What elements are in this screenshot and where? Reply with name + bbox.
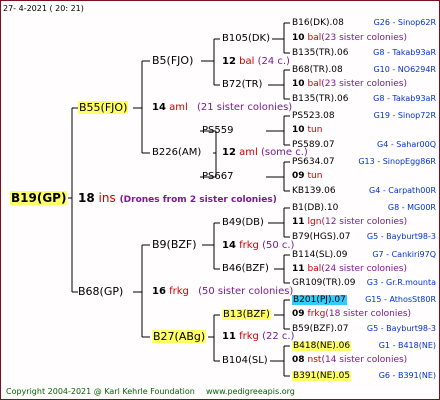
gen5-origin: G4 - Carpath00R	[369, 186, 436, 195]
gen2-name-1: B68(GP)	[78, 285, 124, 298]
gen5-origin: G5 - Bayburt98-3	[366, 324, 436, 333]
gen5-origin: G3 - Gr.R.mounta	[366, 278, 436, 287]
gen5-drone-info: 11 bal(24 sister colonies)	[292, 264, 407, 274]
gen3-name-2: B9(BZF)	[152, 238, 197, 251]
gen3-name-1: B226(AM)	[152, 147, 202, 158]
gen4-name-4: B49(DB)	[222, 217, 264, 228]
gen5-origin: G10 - NO6294R	[373, 65, 436, 74]
gen3-drone-info-3: 11 frkg (22 c.)	[222, 331, 295, 342]
gen5-name: GR109(TR).09	[292, 278, 356, 288]
gen5-name: B418(NE).06	[292, 341, 352, 351]
gen5-name: PS634.07	[292, 157, 335, 167]
gen5-name: B79(HGS).07	[292, 232, 351, 242]
gen4-name-6: B13(BZF)	[222, 309, 271, 320]
gen4-name-1: B72(TR)	[222, 79, 263, 90]
gen5-name: B68(TR).08	[292, 65, 343, 75]
gen5-origin: G8 - Takab93aR	[373, 48, 436, 57]
gen5-origin: G26 - Sinop62R	[373, 18, 436, 27]
footer-site: www.pedigreeapis.org	[206, 387, 295, 396]
gen5-origin: G7 - Cankiri97Q	[372, 250, 436, 259]
gen5-drone-info: 11 lgn(12 sister colonies)	[292, 217, 408, 227]
gen1-drone-info: 18 ins (Drones from 2 sister colonies)	[78, 191, 277, 205]
gen5-drone-info: 10 tun	[292, 125, 323, 135]
gen5-origin: G8 - Takab93aR	[373, 94, 436, 103]
gen5-drone-info: 10 bal(23 sister colonies)	[292, 33, 407, 43]
gen4-name-2: PS559	[202, 125, 234, 136]
gen5-origin: G19 - Sinop72R	[373, 111, 436, 120]
gen3-name-0: B5(FJO)	[152, 54, 194, 67]
gen5-name: B391(NE).05	[292, 371, 352, 381]
gen4-name-5: B46(BZF)	[222, 263, 269, 274]
gen5-name: B135(TR).06	[292, 94, 349, 104]
gen5-drone-info: 08 nst(14 sister colonies)	[292, 355, 408, 365]
gen5-drone-info: 09 frkg(18 sister colonies)	[292, 309, 412, 319]
gen5-origin: G15 - AthosSt80R	[365, 295, 436, 304]
gen5-drone-info: 10 bal(23 sister colonies)	[292, 79, 407, 89]
gen5-name: PS589.07	[292, 140, 335, 150]
gen4-name-3: PS667	[202, 171, 234, 182]
gen5-origin: G1 - B418(NE)	[378, 341, 436, 350]
gen5-origin: G13 - SinopEgg86R	[358, 157, 436, 166]
gen5-name: B201(PJ).07	[292, 295, 347, 305]
footer-copyright: Copyright 2004-2021 @ Karl Kehrle Founda…	[6, 387, 195, 396]
gen2-name-0: B55(FJO)	[78, 101, 129, 114]
gen5-name: B1(DB).10	[292, 203, 339, 213]
gen5-origin: G8 - MG00R	[387, 203, 436, 212]
gen5-name: B59(BZF).07	[292, 324, 349, 334]
gen4-name-7: B104(SL)	[222, 355, 268, 366]
gen5-origin: G6 - B391(NE)	[378, 371, 436, 380]
gen5-name: KB139.06	[292, 186, 336, 196]
gen5-name: PS523.08	[292, 111, 335, 121]
gen5-name: B16(DK).08	[292, 18, 344, 28]
gen2-drone-info-1: 16 frkg (50 sister colonies)	[152, 286, 294, 297]
gen4-name-0: B105(DK)	[222, 33, 271, 44]
gen3-name-3: B27(ABg)	[152, 330, 207, 343]
header-date: 27- 4-2021 ( 20: 21)	[3, 4, 84, 13]
gen5-origin: G5 - Bayburt98-3	[366, 232, 436, 241]
gen5-name: B135(TR).06	[292, 48, 349, 58]
gen1-name: B19(GP)	[10, 191, 68, 205]
gen2-drone-info-0: 14 aml (21 sister colonies)	[152, 102, 293, 113]
gen5-name: B114(SL).09	[292, 250, 348, 260]
gen4-drone-info-4: 14 frkg (50 c.)	[222, 240, 295, 251]
gen5-drone-info: 09 tun	[292, 171, 323, 181]
gen4-drone-info-0: 12 bal (24 c.)	[222, 56, 290, 67]
gen5-origin: G4 - Sahar00Q	[377, 140, 436, 149]
